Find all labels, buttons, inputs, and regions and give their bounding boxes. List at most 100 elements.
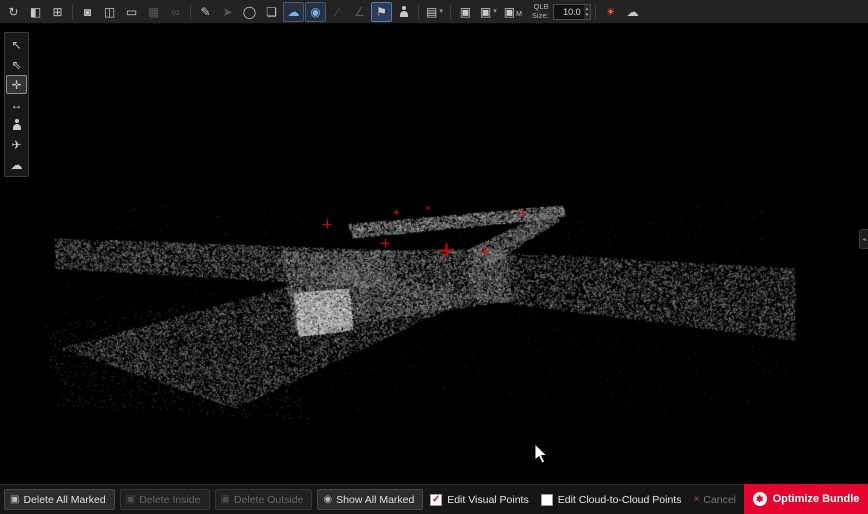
location-pin-tool-icon: ⚑ bbox=[376, 6, 387, 18]
toolbar-group: ◙◫▭▦∞ bbox=[77, 2, 186, 22]
angle-tool-icon: ∠ bbox=[354, 6, 365, 18]
collapse-left-icon: ◂ bbox=[862, 236, 865, 243]
cloud-view-tool[interactable]: ☁ bbox=[6, 155, 27, 174]
delete-outside-icon: ▣ bbox=[221, 495, 230, 505]
select-tool[interactable]: ↖ bbox=[6, 35, 27, 54]
person-view-tool[interactable] bbox=[6, 115, 27, 134]
circle-select-tool-icon: ◯ bbox=[243, 6, 256, 18]
point-cloud-canvas[interactable] bbox=[0, 24, 868, 484]
cloud-to-model-tool-icon: ▣ bbox=[504, 6, 515, 18]
draw-tool[interactable]: ✎ bbox=[195, 2, 216, 22]
pan-view-tool[interactable]: ◧ bbox=[25, 2, 46, 22]
spinner-down-icon[interactable]: ▾ bbox=[584, 12, 591, 18]
top-toolbar: ↻◧⊞◙◫▭▦∞✎➤◯❏☁◉∕∠⚑▤▾▣▣▾▣MQLBSize:10.0▴▾✴☁ bbox=[0, 0, 868, 24]
cube-options-dropdown-icon: ▣ bbox=[480, 6, 491, 18]
navigate-tool-icon: ✈ bbox=[11, 139, 21, 151]
toolbar-group: ✎ ➤ ◯ ❏ ☁ ◉ ∕ ∠ ⚑ bbox=[195, 2, 414, 22]
globe-toggle-icon: ◉ bbox=[310, 6, 320, 18]
cancel-button: × Cancel bbox=[693, 494, 736, 506]
optimize-bundle-button[interactable]: ✱ Optimize Bundle bbox=[744, 484, 868, 514]
split-view-tool-icon: ◫ bbox=[104, 6, 115, 18]
cloud-to-model-tool[interactable]: ▣M bbox=[501, 2, 525, 22]
left-toolbar: ↖ ⇖ ✛ ↔ ✈ ☁ bbox=[4, 32, 29, 177]
toolbar-group: ▤▾ bbox=[423, 2, 446, 22]
qlb-size-input[interactable]: 10.0▴▾ bbox=[553, 4, 592, 20]
cube-view-tool[interactable]: ▣ bbox=[455, 2, 476, 22]
navigate-tool[interactable]: ✈ bbox=[6, 135, 27, 154]
edit-visual-points-checkbox-box[interactable]: ✓ bbox=[430, 494, 442, 506]
link-views-tool-icon: ∞ bbox=[171, 6, 180, 18]
edit-visual-points-checkbox[interactable]: ✓ Edit Visual Points bbox=[430, 494, 529, 506]
circle-select-tool[interactable]: ◯ bbox=[239, 2, 260, 22]
button-label: Delete Inside bbox=[139, 494, 200, 506]
measure-tool-icon: ↔ bbox=[11, 99, 23, 111]
cloud-to-model-tool-suffix: M bbox=[516, 11, 522, 21]
button-label: Show All Marked bbox=[336, 494, 414, 506]
person-view-tool-icon bbox=[12, 119, 22, 131]
edit-cloud-to-cloud-checkbox-box[interactable] bbox=[541, 494, 553, 506]
display-mode-dropdown-icon: ▤ bbox=[426, 6, 437, 18]
ruler-tool-icon: ∕ bbox=[336, 6, 338, 18]
cloud-view-tool-icon: ☁ bbox=[11, 159, 23, 171]
toolbar-separator bbox=[450, 4, 451, 20]
edit-cloud-to-cloud-checkbox[interactable]: Edit Cloud-to-Cloud Points bbox=[541, 494, 682, 506]
delete-all-marked-button[interactable]: ▣Delete All Marked bbox=[4, 489, 115, 510]
select-tool-icon: ↖ bbox=[11, 39, 21, 51]
orbit-view-tool-icon: ↻ bbox=[8, 6, 18, 18]
point-cloud-toggle[interactable]: ☁ bbox=[283, 2, 304, 22]
optimize-tool[interactable]: ✴ bbox=[600, 2, 621, 22]
delete-outside-button: ▣ Delete Outside bbox=[215, 489, 313, 510]
cube-view-tool-icon: ▣ bbox=[460, 6, 471, 18]
button-label: Delete All Marked bbox=[23, 494, 105, 506]
smart-select-tool[interactable]: ⇖ bbox=[6, 55, 27, 74]
delete-inside-button: ▣ Delete Inside bbox=[120, 489, 210, 510]
zoom-window-tool[interactable]: ⊞ bbox=[47, 2, 68, 22]
bottom-bar: ▣Delete All Marked▣Delete Inside▣Delete … bbox=[0, 484, 868, 514]
orbit-view-tool[interactable]: ↻ bbox=[3, 2, 24, 22]
point-cloud-toggle-icon: ☁ bbox=[288, 6, 300, 18]
optimize-rocket-icon: ✱ bbox=[753, 492, 767, 506]
angle-tool: ∠ bbox=[349, 2, 370, 22]
move-tool[interactable]: ✛ bbox=[6, 75, 27, 94]
person-marker-tool[interactable] bbox=[393, 2, 414, 22]
location-pin-tool[interactable]: ⚑ bbox=[371, 2, 392, 22]
measure-tool[interactable]: ↔ bbox=[6, 95, 27, 114]
tag-tool[interactable]: ❏ bbox=[261, 2, 282, 22]
toolbar-separator bbox=[595, 4, 596, 20]
checkbox-label: Edit Visual Points bbox=[447, 494, 529, 506]
app-window: ↻◧⊞◙◫▭▦∞✎➤◯❏☁◉∕∠⚑▤▾▣▣▾▣MQLBSize:10.0▴▾✴☁… bbox=[0, 0, 868, 514]
button-label: Delete Outside bbox=[234, 494, 303, 506]
ruler-tool: ∕ bbox=[327, 2, 348, 22]
smart-select-tool-icon: ⇖ bbox=[11, 59, 21, 71]
globe-toggle[interactable]: ◉ bbox=[305, 2, 326, 22]
link-views-tool: ∞ bbox=[165, 2, 186, 22]
qlb-size-label: QLBSize: bbox=[532, 3, 549, 20]
person-marker-tool-icon bbox=[399, 6, 409, 18]
checkbox-label: Edit Cloud-to-Cloud Points bbox=[558, 494, 682, 506]
toolbar-separator bbox=[190, 4, 191, 20]
cube-options-dropdown[interactable]: ▣▾ bbox=[477, 2, 500, 22]
cloud-tool[interactable]: ☁ bbox=[622, 2, 643, 22]
display-mode-dropdown[interactable]: ▤▾ bbox=[423, 2, 446, 22]
split-view-tool[interactable]: ◫ bbox=[99, 2, 120, 22]
right-panel-expander[interactable]: ◂ bbox=[859, 229, 868, 249]
show-all-marked-icon: ◉ bbox=[323, 495, 332, 505]
dropdown-caret-icon: ▾ bbox=[493, 8, 497, 15]
draw-tool-icon: ✎ bbox=[200, 6, 210, 18]
toolbar-group: ✴☁ bbox=[600, 2, 643, 22]
bottom-bar-checkboxes: ✓ Edit Visual Points Edit Cloud-to-Cloud P… bbox=[430, 494, 681, 506]
pick-tool: ➤ bbox=[217, 2, 238, 22]
single-view-tool[interactable]: ▭ bbox=[121, 2, 142, 22]
pan-view-tool-icon: ◧ bbox=[30, 6, 41, 18]
delete-inside-icon: ▣ bbox=[126, 495, 135, 505]
camera-tool[interactable]: ◙ bbox=[77, 2, 98, 22]
qlb-size-spinner[interactable]: ▴▾ bbox=[584, 5, 591, 19]
qlb-label-line2: Size: bbox=[532, 12, 549, 21]
move-tool-icon: ✛ bbox=[11, 79, 21, 91]
viewport-3d[interactable] bbox=[0, 24, 868, 484]
toolbar-group: ▣▣▾▣MQLBSize:10.0▴▾ bbox=[455, 2, 591, 22]
cancel-label: Cancel bbox=[703, 494, 736, 506]
show-all-marked-button[interactable]: ◉ Show All Marked bbox=[317, 489, 423, 510]
qlb-size-value: 10.0 bbox=[554, 7, 584, 17]
toolbar-separator bbox=[72, 4, 73, 20]
